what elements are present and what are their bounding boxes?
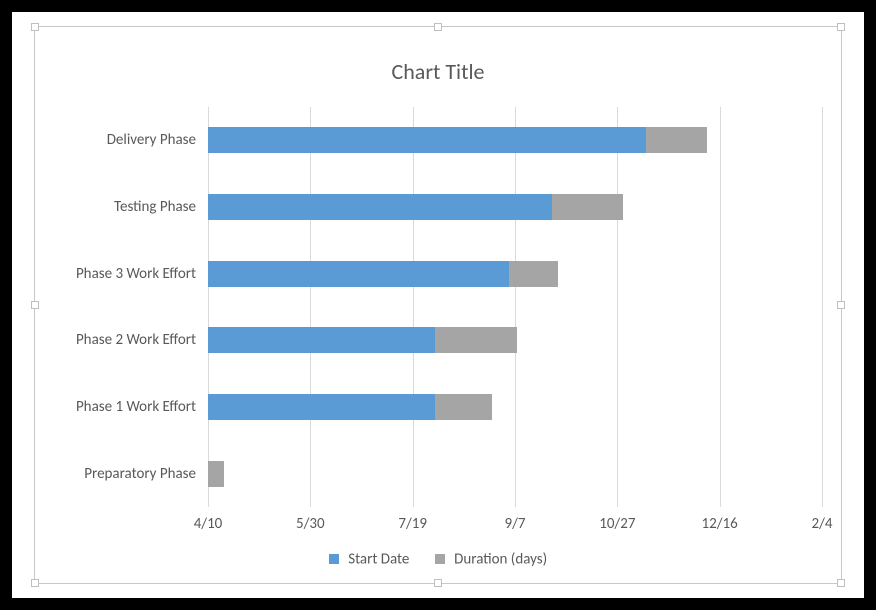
x-axis-tick-label: 7/19 [383, 515, 443, 533]
x-axis-tick-label: 12/16 [690, 515, 750, 533]
bar-start-date[interactable] [208, 194, 552, 220]
x-axis-tick-label: 9/7 [485, 515, 545, 533]
bar-duration[interactable] [435, 327, 517, 353]
legend-swatch-duration [435, 554, 445, 564]
chart-legend[interactable]: Start Date Duration (days) [12, 550, 864, 568]
x-axis-tick-label: 10/27 [587, 515, 647, 533]
chart-title[interactable]: Chart Title [12, 58, 864, 85]
gridline [822, 107, 823, 507]
y-axis-category-label: Phase 2 Work Effort [76, 327, 196, 353]
gridline [617, 107, 618, 507]
bar-start-date[interactable] [208, 327, 435, 353]
chart-canvas: Chart Title 4/105/307/199/710/2712/162/4… [12, 12, 864, 598]
y-axis-category-label: Phase 1 Work Effort [76, 394, 196, 420]
gridline [720, 107, 721, 507]
x-axis-tick-label: 5/30 [280, 515, 340, 533]
bar-duration[interactable] [435, 394, 492, 420]
bar-start-date[interactable] [208, 394, 435, 420]
gridline [515, 107, 516, 507]
plot-area[interactable]: 4/105/307/199/710/2712/162/4 Delivery Ph… [208, 107, 822, 507]
bar-duration[interactable] [646, 127, 707, 153]
bar-duration[interactable] [509, 261, 558, 287]
legend-swatch-start-date [329, 554, 339, 564]
gridline [208, 107, 209, 507]
y-axis-category-label: Delivery Phase [107, 127, 196, 153]
y-axis-category-label: Preparatory Phase [84, 461, 196, 487]
x-axis-tick-label: 4/10 [178, 515, 238, 533]
bar-start-date[interactable] [208, 261, 509, 287]
x-axis-tick-label: 2/4 [792, 515, 852, 533]
gridline [413, 107, 414, 507]
y-axis-category-label: Testing Phase [114, 194, 196, 220]
bar-duration[interactable] [552, 194, 624, 220]
y-axis-category-label: Phase 3 Work Effort [76, 261, 196, 287]
bar-start-date[interactable] [208, 127, 646, 153]
gridline [310, 107, 311, 507]
bar-duration[interactable] [208, 461, 224, 487]
legend-label-duration: Duration (days) [454, 550, 547, 568]
legend-label-start-date: Start Date [348, 550, 409, 568]
